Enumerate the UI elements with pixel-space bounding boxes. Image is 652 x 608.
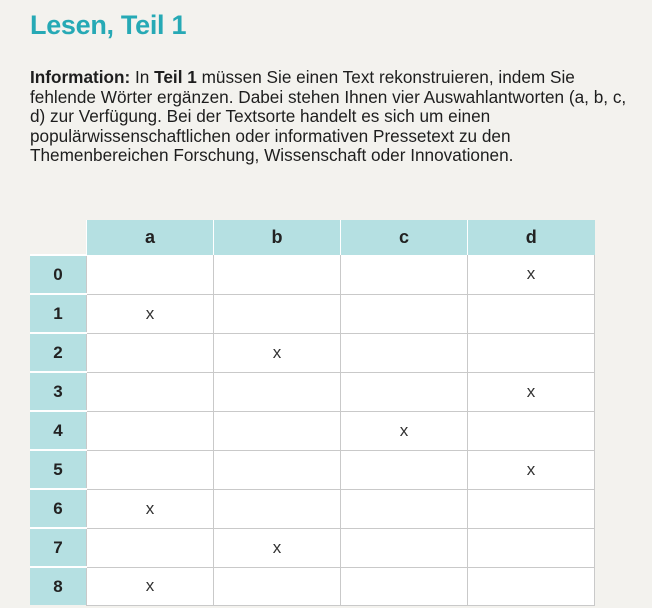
answer-cell-b[interactable] xyxy=(213,372,341,412)
answer-cell-b[interactable] xyxy=(213,489,341,529)
table-row: 6x xyxy=(30,488,595,529)
answer-cell-b[interactable] xyxy=(213,294,341,334)
answer-cell-d[interactable] xyxy=(467,567,595,606)
answer-cell-b[interactable]: x xyxy=(213,333,341,373)
table-row: 4x xyxy=(30,410,595,451)
answer-cell-c[interactable] xyxy=(340,333,468,373)
table-row: 2x xyxy=(30,332,595,373)
answer-cell-b[interactable] xyxy=(213,255,341,295)
answer-cell-d[interactable]: x xyxy=(467,372,595,412)
answer-cell-c[interactable] xyxy=(340,294,468,334)
row-number: 6 xyxy=(30,488,87,528)
row-number: 5 xyxy=(30,449,87,489)
answer-cell-a[interactable]: x xyxy=(86,567,214,606)
answer-cell-c[interactable] xyxy=(340,489,468,529)
column-header-b: b xyxy=(213,220,341,255)
answer-cell-d[interactable]: x xyxy=(467,255,595,295)
page-title: Lesen, Teil 1 xyxy=(30,10,187,40)
answer-cell-b[interactable] xyxy=(213,567,341,606)
answer-cell-c[interactable] xyxy=(340,372,468,412)
table-row: 1x xyxy=(30,293,595,334)
answer-cell-b[interactable] xyxy=(213,411,341,451)
answer-cell-d[interactable] xyxy=(467,528,595,568)
info-label: Information: xyxy=(30,67,131,87)
answer-table-body: 0x1x2x3x4x5x6x7x8x xyxy=(30,254,595,606)
answer-cell-c[interactable] xyxy=(340,528,468,568)
answer-cell-d[interactable] xyxy=(467,333,595,373)
info-bold-part: Teil 1 xyxy=(154,67,197,87)
answer-cell-a[interactable] xyxy=(86,411,214,451)
answer-cell-a[interactable]: x xyxy=(86,294,214,334)
column-header-a: a xyxy=(86,220,214,255)
answer-cell-c[interactable] xyxy=(340,450,468,490)
answer-cell-a[interactable] xyxy=(86,528,214,568)
table-corner xyxy=(30,220,87,255)
answer-cell-d[interactable] xyxy=(467,411,595,451)
answer-cell-d[interactable] xyxy=(467,294,595,334)
answer-cell-b[interactable]: x xyxy=(213,528,341,568)
info-text-1: In xyxy=(130,67,155,87)
row-number: 7 xyxy=(30,527,87,567)
table-row: 8x xyxy=(30,566,595,606)
table-header-row: a b c d xyxy=(30,220,595,255)
answer-cell-c[interactable] xyxy=(340,567,468,606)
table-row: 5x xyxy=(30,449,595,490)
table-row: 3x xyxy=(30,371,595,412)
answer-cell-a[interactable] xyxy=(86,333,214,373)
row-number: 4 xyxy=(30,410,87,450)
answer-cell-d[interactable] xyxy=(467,489,595,529)
answer-cell-a[interactable]: x xyxy=(86,489,214,529)
info-paragraph: Information: In Teil 1 müssen Sie einen … xyxy=(30,67,640,166)
table-row: 7x xyxy=(30,527,595,568)
answer-cell-a[interactable] xyxy=(86,255,214,295)
row-number: 2 xyxy=(30,332,87,372)
table-row: 0x xyxy=(30,254,595,295)
answer-cell-a[interactable] xyxy=(86,372,214,412)
answer-cell-d[interactable]: x xyxy=(467,450,595,490)
answer-cell-c[interactable] xyxy=(340,255,468,295)
answer-cell-c[interactable]: x xyxy=(340,411,468,451)
row-number: 3 xyxy=(30,371,87,411)
answer-table: a b c d 0x1x2x3x4x5x6x7x8x xyxy=(30,220,595,606)
row-number: 1 xyxy=(30,293,87,333)
column-header-d: d xyxy=(467,220,595,255)
row-number: 8 xyxy=(30,566,87,605)
answer-cell-b[interactable] xyxy=(213,450,341,490)
answer-cell-a[interactable] xyxy=(86,450,214,490)
column-header-c: c xyxy=(340,220,468,255)
row-number: 0 xyxy=(30,254,87,294)
